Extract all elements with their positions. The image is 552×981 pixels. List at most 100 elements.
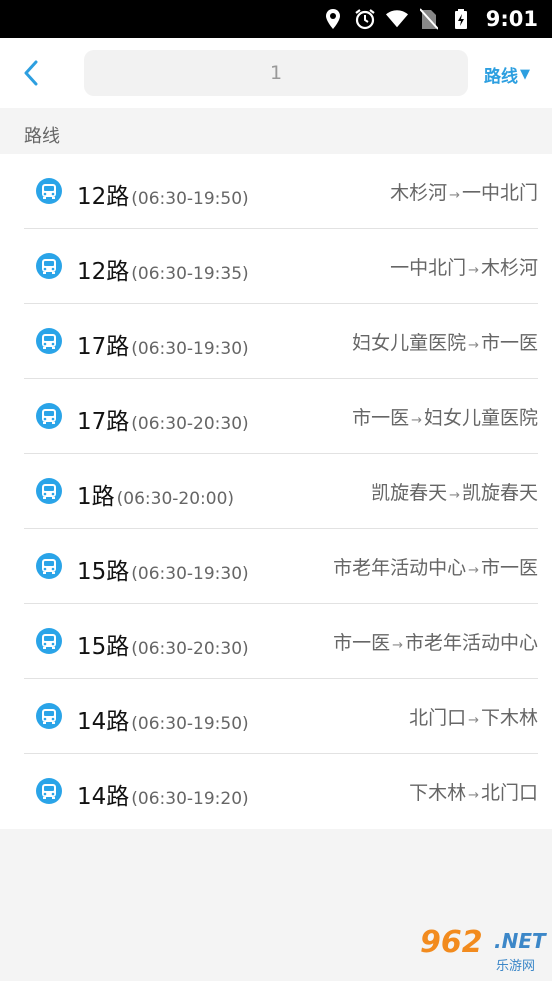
route-hours: (06:30-19:30) <box>131 339 249 359</box>
route-to: 木杉河 <box>480 257 538 279</box>
section-title: 路线 <box>24 126 60 147</box>
bus-icon <box>36 253 62 279</box>
route-name: 15路 (06:30-20:30) <box>77 627 249 661</box>
route-row[interactable]: 15路 (06:30-20:30) 市一医 → 市老年活动中心 <box>0 604 552 679</box>
route-number: 14路 <box>77 784 130 810</box>
route-hours: (06:30-20:30) <box>131 414 249 434</box>
route-number: 15路 <box>77 559 130 585</box>
route-row[interactable]: 17路 (06:30-19:30) 妇女儿童医院 → 市一医 <box>0 304 552 379</box>
route-direction: 市一医 → 市老年活动中心 <box>333 628 538 655</box>
route-from: 北门口 <box>409 707 467 729</box>
route-list: 12路 (06:30-19:50) 木杉河 → 一中北门 12路 (06:30-19:35)… <box>0 154 552 829</box>
route-from: 妇女儿童医院 <box>352 332 467 354</box>
route-name: 12路 (06:30-19:50) <box>77 177 249 211</box>
route-hours: (06:30-20:30) <box>131 639 249 659</box>
bus-icon <box>36 178 62 204</box>
route-number: 17路 <box>77 409 130 435</box>
status-bar: 9:01 <box>0 0 552 38</box>
route-to: 凯旋春天 <box>461 482 538 504</box>
route-number: 1路 <box>77 484 115 510</box>
route-number: 12路 <box>77 259 130 285</box>
route-direction: 木杉河 → 一中北门 <box>390 178 538 205</box>
route-to: 市老年活动中心 <box>404 632 538 654</box>
route-direction: 妇女儿童医院 → 市一医 <box>352 328 538 355</box>
route-to: 一中北门 <box>461 182 538 204</box>
route-direction: 凯旋春天 → 凯旋春天 <box>371 478 538 505</box>
route-hours: (06:30-19:50) <box>131 189 249 209</box>
watermark-logo: 962 .NET 乐游网 <box>412 925 546 975</box>
route-to: 市一医 <box>480 557 538 579</box>
route-row[interactable]: 14路 (06:30-19:50) 北门口 → 下木林 <box>0 679 552 754</box>
chevron-left-icon <box>24 60 38 86</box>
route-direction: 下木林 → 北门口 <box>409 778 538 805</box>
route-direction: 北门口 → 下木林 <box>409 703 538 730</box>
battery-charging-icon <box>450 8 472 30</box>
search-type-label: 路线 <box>484 67 518 87</box>
route-number: 17路 <box>77 334 130 360</box>
route-name: 15路 (06:30-19:30) <box>77 552 249 586</box>
arrow-right-icon: → <box>468 788 479 803</box>
search-type-dropdown[interactable]: 路线 ▼ <box>484 62 530 87</box>
route-row[interactable]: 1路 (06:30-20:00) 凯旋春天 → 凯旋春天 <box>0 454 552 529</box>
arrow-right-icon: → <box>468 263 479 278</box>
top-bar: 1 路线 ▼ <box>0 38 552 108</box>
route-hours: (06:30-19:50) <box>131 714 249 734</box>
bus-icon <box>36 703 62 729</box>
caret-down-icon: ▼ <box>520 67 530 82</box>
route-hours: (06:30-19:20) <box>131 789 249 809</box>
search-value: 1 <box>269 62 283 84</box>
route-name: 17路 (06:30-19:30) <box>77 327 249 361</box>
route-hours: (06:30-19:30) <box>131 564 249 584</box>
route-from: 凯旋春天 <box>371 482 448 504</box>
section-header: 路线 <box>0 108 552 154</box>
clock: 9:01 <box>485 7 538 31</box>
route-hours: (06:30-20:00) <box>116 489 235 509</box>
route-row[interactable]: 12路 (06:30-19:35) 一中北门 → 木杉河 <box>0 229 552 304</box>
route-row[interactable]: 12路 (06:30-19:50) 木杉河 → 一中北门 <box>0 154 552 229</box>
route-direction: 市老年活动中心 → 市一医 <box>333 553 538 580</box>
route-to: 下木林 <box>480 707 538 729</box>
route-direction: 市一医 → 妇女儿童医院 <box>352 403 538 430</box>
arrow-right-icon: → <box>468 713 479 728</box>
arrow-right-icon: → <box>449 488 460 503</box>
search-input[interactable]: 1 <box>84 50 468 96</box>
bus-icon <box>36 403 62 429</box>
route-to: 北门口 <box>480 782 538 804</box>
watermark-number: 962 <box>420 925 483 960</box>
route-from: 市老年活动中心 <box>333 557 467 579</box>
route-direction: 一中北门 → 木杉河 <box>390 253 538 280</box>
route-from: 下木林 <box>409 782 467 804</box>
arrow-right-icon: → <box>411 413 422 428</box>
arrow-right-icon: → <box>449 188 460 203</box>
route-from: 一中北门 <box>390 257 467 279</box>
no-sim-icon <box>418 8 440 30</box>
route-row[interactable]: 15路 (06:30-19:30) 市老年活动中心 → 市一医 <box>0 529 552 604</box>
watermark-subtitle: 乐游网 <box>496 959 536 974</box>
route-from: 木杉河 <box>390 182 448 204</box>
alarm-icon <box>354 8 376 30</box>
route-name: 14路 (06:30-19:20) <box>77 777 249 811</box>
watermark-suffix: .NET <box>494 929 546 953</box>
back-button[interactable] <box>14 56 48 90</box>
route-to: 市一医 <box>480 332 538 354</box>
arrow-right-icon: → <box>392 638 403 653</box>
route-row[interactable]: 17路 (06:30-20:30) 市一医 → 妇女儿童医院 <box>0 379 552 454</box>
bus-icon <box>36 478 62 504</box>
route-number: 15路 <box>77 634 130 660</box>
route-hours: (06:30-19:35) <box>131 264 249 284</box>
route-number: 14路 <box>77 709 130 735</box>
route-from: 市一医 <box>333 632 391 654</box>
route-from: 市一医 <box>352 407 410 429</box>
bus-icon <box>36 778 62 804</box>
arrow-right-icon: → <box>468 338 479 353</box>
bus-icon <box>36 553 62 579</box>
route-name: 14路 (06:30-19:50) <box>77 702 249 736</box>
route-to: 妇女儿童医院 <box>423 407 538 429</box>
route-name: 17路 (06:30-20:30) <box>77 402 249 436</box>
route-row[interactable]: 14路 (06:30-19:20) 下木林 → 北门口 <box>0 754 552 829</box>
route-name: 12路 (06:30-19:35) <box>77 252 249 286</box>
route-number: 12路 <box>77 184 130 210</box>
bus-icon <box>36 628 62 654</box>
location-icon <box>322 8 344 30</box>
route-name: 1路 (06:30-20:00) <box>77 477 234 511</box>
